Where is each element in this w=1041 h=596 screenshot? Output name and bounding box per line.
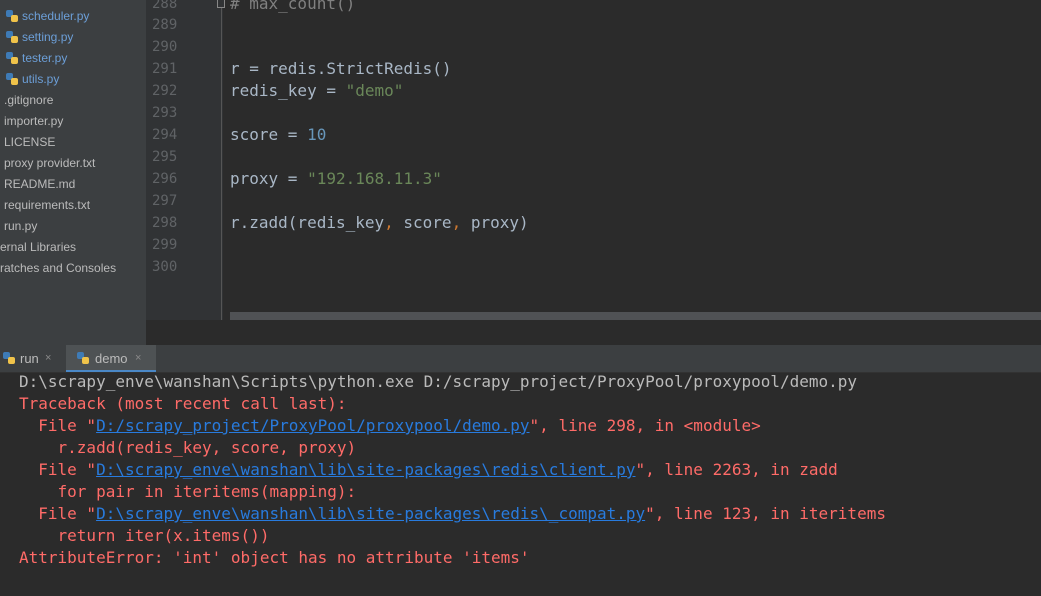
editor-split-area — [0, 320, 1041, 345]
code-text: r.zadd(redis_key — [230, 213, 385, 232]
line-number: 294 — [152, 127, 178, 143]
tree-item-label: proxy provider.txt — [4, 156, 96, 170]
editor-horizontal-scrollbar[interactable] — [230, 312, 1041, 320]
code-line-296[interactable]: proxy = "192.168.11.3" — [230, 168, 442, 190]
run-console[interactable]: D:\scrapy_enve\wanshan\Scripts\python.ex… — [0, 372, 1041, 596]
fold-guide — [221, 0, 222, 320]
python-file-icon — [6, 73, 18, 85]
tree-item-label: LICENSE — [4, 135, 56, 149]
code-text: redis_key = — [230, 81, 346, 100]
line-number: 295 — [152, 149, 178, 165]
python-file-icon — [6, 52, 18, 64]
console-frame-file: File "D:\scrapy_enve\wanshan\lib\site-pa… — [19, 503, 886, 525]
python-file-icon — [3, 352, 15, 364]
python-file-icon — [6, 10, 18, 22]
tab-label: run — [20, 351, 39, 366]
tab-demo[interactable]: demo × — [66, 345, 156, 372]
line-number: 298 — [152, 215, 178, 231]
frame-prefix: File " — [19, 504, 97, 523]
tree-item-label: setting.py — [22, 30, 74, 44]
code-text: r = redis.StrictRedis() — [230, 59, 452, 78]
console-frame-file: File "D:\scrapy_enve\wanshan\lib\site-pa… — [19, 459, 838, 481]
code-line-288[interactable]: # max_count() — [230, 0, 355, 15]
line-number: 293 — [152, 105, 178, 121]
python-file-icon — [77, 352, 89, 364]
line-number: 289 — [152, 17, 178, 33]
code-line-298[interactable]: r.zadd(redis_key, score, proxy) — [230, 212, 529, 234]
frame-prefix: File " — [19, 460, 97, 479]
tree-item-label: README.md — [4, 177, 76, 191]
code-line-292[interactable]: redis_key = "demo" — [230, 80, 403, 102]
tab-run[interactable]: run × — [2, 345, 62, 372]
console-frame-code: r.zadd(redis_key, score, proxy) — [19, 438, 357, 457]
tree-item-label: run.py — [4, 219, 38, 233]
line-number: 297 — [152, 193, 178, 209]
console-error-message: AttributeError: 'int' object has no attr… — [19, 548, 530, 567]
run-tool-window-tabs: run × demo × — [0, 345, 1041, 373]
python-file-icon — [5, 0, 19, 1]
console-traceback-header: Traceback (most recent call last): — [19, 394, 347, 413]
code-punct: , — [384, 213, 394, 232]
frame-suffix: ", line 123, in iteritems — [645, 504, 886, 523]
frame-suffix: ", line 2263, in zadd — [635, 460, 838, 479]
fold-marker-icon[interactable] — [217, 0, 225, 8]
tree-item-label: ernal Libraries — [0, 240, 77, 254]
line-number: 300 — [152, 259, 178, 275]
console-frame-file: File "D:/scrapy_project/ProxyPool/proxyp… — [19, 415, 761, 437]
console-command: D:\scrapy_enve\wanshan\Scripts\python.ex… — [19, 372, 858, 391]
tree-item-label: .gitignore — [4, 93, 54, 107]
python-file-icon — [6, 31, 18, 43]
tree-item-label: ratches and Consoles — [0, 261, 117, 275]
code-punct: , — [451, 213, 462, 232]
code-line-294[interactable]: score = 10 — [230, 124, 326, 146]
code-line-291[interactable]: r = redis.StrictRedis() — [230, 58, 452, 80]
code-text: proxy) — [461, 213, 529, 232]
line-number: 299 — [152, 237, 178, 253]
line-number: 290 — [152, 39, 178, 55]
code-text: proxy = — [230, 169, 308, 188]
tree-item-label: scheduler.py — [22, 9, 90, 23]
code-string: "demo" — [345, 81, 404, 100]
tree-item-label: requirements.txt — [4, 198, 91, 212]
tree-item-label: utils.py — [22, 72, 60, 86]
code-string: "192.168.11.3" — [307, 169, 442, 188]
project-tree: scheduler.py setting.py tester.py utils.… — [0, 0, 146, 345]
code-comment: # max_count() — [230, 0, 356, 13]
tree-item-label: tester.py — [22, 51, 68, 65]
close-icon[interactable]: × — [45, 345, 51, 372]
frame-prefix: File " — [19, 416, 97, 435]
line-number: 296 — [152, 171, 178, 187]
line-number: 292 — [152, 83, 178, 99]
code-text: score = — [230, 125, 308, 144]
code-text: score — [393, 213, 452, 232]
frame-suffix: ", line 298, in <module> — [529, 416, 761, 435]
tab-label: demo — [95, 351, 128, 366]
console-frame-code: for pair in iteritems(mapping): — [19, 482, 357, 501]
console-file-link[interactable]: D:\scrapy_enve\wanshan\lib\site-packages… — [96, 460, 635, 479]
line-number: 291 — [152, 61, 178, 77]
console-file-link[interactable]: D:\scrapy_enve\wanshan\lib\site-packages… — [96, 504, 645, 523]
close-icon[interactable]: × — [135, 345, 141, 372]
tree-bottom-area — [0, 320, 146, 345]
line-number: 288 — [152, 0, 178, 12]
tree-item-label: importer.py — [4, 114, 64, 128]
console-frame-code: return iter(x.items()) — [19, 526, 270, 545]
code-number: 10 — [307, 125, 327, 144]
console-file-link[interactable]: D:/scrapy_project/ProxyPool/proxypool/de… — [96, 416, 529, 435]
